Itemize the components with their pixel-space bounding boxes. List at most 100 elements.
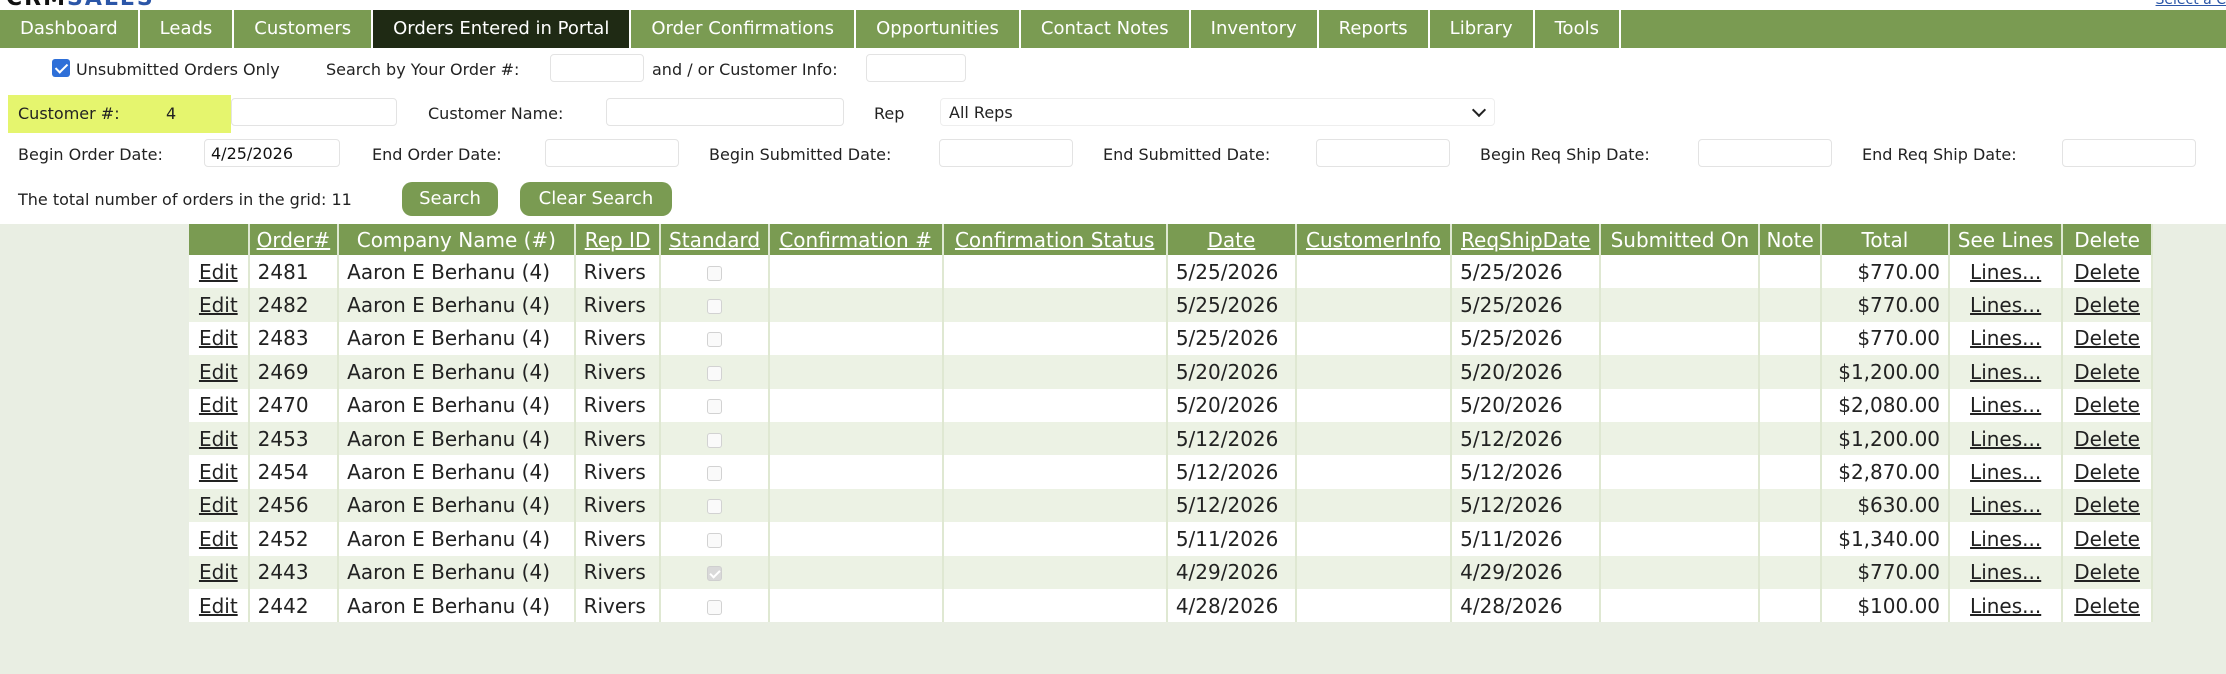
delete-link[interactable]: Delete <box>2062 355 2153 389</box>
column-header-label: Company Name (#) <box>356 227 556 252</box>
begin-req-ship-date-input[interactable] <box>1698 139 1832 167</box>
see-lines-link[interactable]: Lines... <box>1949 588 2064 623</box>
rep-id-cell: Rivers <box>574 255 662 289</box>
req-ship-date-cell: 4/29/2026 <box>1451 555 1602 589</box>
customer-info-cell <box>1295 421 1453 456</box>
nav-tab-contact-notes[interactable]: Contact Notes <box>1021 10 1191 48</box>
nav-tab-tools[interactable]: Tools <box>1535 10 1621 48</box>
customer-number-input-ext[interactable] <box>231 98 397 126</box>
delete-link[interactable]: Delete <box>2062 555 2153 589</box>
begin-order-date-input[interactable] <box>204 139 340 167</box>
note-cell <box>1759 355 1822 389</box>
customer-number-value[interactable]: 4 <box>166 104 176 123</box>
see-lines-link[interactable]: Lines... <box>1949 321 2064 356</box>
delete-link[interactable]: Delete <box>2062 288 2153 322</box>
see-lines-link[interactable]: Lines... <box>1949 255 2064 289</box>
delete-link[interactable]: Delete <box>2062 321 2153 356</box>
confirmation-number-cell <box>768 421 944 456</box>
column-header-confirmation-status[interactable]: Confirmation Status <box>942 224 1168 255</box>
rep-id-cell: Rivers <box>574 455 662 489</box>
app-logo[interactable]: CRMSALES <box>6 0 155 10</box>
edit-link[interactable]: Edit <box>189 288 250 322</box>
end-order-date-input[interactable] <box>545 139 679 167</box>
delete-link[interactable]: Delete <box>2062 455 2153 489</box>
see-lines-link[interactable]: Lines... <box>1949 288 2064 322</box>
top-strip: CRMSALES Select a C <box>0 0 2226 10</box>
nav-tab-inventory[interactable]: Inventory <box>1191 10 1319 48</box>
column-header-label: CustomerInfo <box>1306 227 1441 252</box>
req-ship-date-cell: 4/28/2026 <box>1451 588 1602 623</box>
delete-link[interactable]: Delete <box>2062 255 2153 289</box>
standard-checkbox <box>707 566 723 582</box>
edit-link[interactable]: Edit <box>189 555 250 589</box>
see-lines-link[interactable]: Lines... <box>1949 555 2064 589</box>
end-req-ship-date-input[interactable] <box>2062 139 2196 167</box>
delete-link[interactable]: Delete <box>2062 588 2153 623</box>
edit-link[interactable]: Edit <box>189 255 250 289</box>
edit-link[interactable]: Edit <box>189 321 250 356</box>
nav-tab-dashboard[interactable]: Dashboard <box>0 10 140 48</box>
total-cell: $1,200.00 <box>1820 355 1951 389</box>
rep-id-cell: Rivers <box>574 555 662 589</box>
standard-cell <box>660 522 770 556</box>
delete-link[interactable]: Delete <box>2062 421 2153 456</box>
see-lines-link[interactable]: Lines... <box>1949 421 2064 456</box>
clear-search-button[interactable]: Clear Search <box>520 182 672 216</box>
nav-tab-leads[interactable]: Leads <box>140 10 235 48</box>
table-row: Edit 2454 Aaron E Berhanu (4) Rivers 5/12/20… <box>189 455 2153 489</box>
delete-link[interactable]: Delete <box>2062 488 2153 523</box>
column-header-rep-id[interactable]: Rep ID <box>574 224 662 255</box>
date-cell: 4/28/2026 <box>1166 588 1297 623</box>
column-header-total: Total <box>1820 224 1951 255</box>
date-cell: 5/25/2026 <box>1166 288 1297 322</box>
company-name-cell: Aaron E Berhanu (4) <box>338 421 576 456</box>
nav-tab-opportunities[interactable]: Opportunities <box>856 10 1021 48</box>
nav-tab-reports[interactable]: Reports <box>1319 10 1430 48</box>
search-button[interactable]: Search <box>402 182 498 216</box>
see-lines-link[interactable]: Lines... <box>1949 488 2064 523</box>
column-header-customerinfo[interactable]: CustomerInfo <box>1295 224 1453 255</box>
req-ship-date-cell: 5/12/2026 <box>1451 488 1602 523</box>
standard-checkbox <box>707 299 723 315</box>
submitted-on-cell <box>1600 555 1761 589</box>
edit-link[interactable]: Edit <box>189 522 250 556</box>
delete-link[interactable]: Delete <box>2062 522 2153 556</box>
note-cell <box>1759 255 1822 289</box>
req-ship-date-cell: 5/20/2026 <box>1451 355 1602 389</box>
search-order-input[interactable] <box>550 54 644 82</box>
delete-link[interactable]: Delete <box>2062 388 2153 422</box>
edit-link[interactable]: Edit <box>189 388 250 422</box>
select-customer-link[interactable]: Select a C <box>2156 0 2226 8</box>
see-lines-link[interactable]: Lines... <box>1949 388 2064 422</box>
nav-tab-order-confirmations[interactable]: Order Confirmations <box>631 10 857 48</box>
edit-link[interactable]: Edit <box>189 355 250 389</box>
nav-tab-orders-entered-in-portal[interactable]: Orders Entered in Portal <box>373 10 632 48</box>
unsubmitted-only-checkbox[interactable] <box>52 59 70 77</box>
req-ship-date-cell: 5/25/2026 <box>1451 255 1602 289</box>
nav-tab-library[interactable]: Library <box>1430 10 1535 48</box>
column-header-reqshipdate[interactable]: ReqShipDate <box>1451 224 1602 255</box>
see-lines-link[interactable]: Lines... <box>1949 455 2064 489</box>
column-header-date[interactable]: Date <box>1166 224 1297 255</box>
end-submitted-date-input[interactable] <box>1316 139 1450 167</box>
customer-name-input[interactable] <box>606 98 844 126</box>
begin-submitted-date-input[interactable] <box>939 139 1073 167</box>
note-cell <box>1759 288 1822 322</box>
edit-link[interactable]: Edit <box>189 421 250 456</box>
column-header-label: Delete <box>2074 227 2140 252</box>
column-header-confirmation-[interactable]: Confirmation # <box>768 224 944 255</box>
column-header-order-[interactable]: Order# <box>248 224 340 255</box>
edit-link[interactable]: Edit <box>189 488 250 523</box>
total-orders-text: The total number of orders in the grid: … <box>18 190 352 209</box>
customer-info-input[interactable] <box>866 54 966 82</box>
see-lines-link[interactable]: Lines... <box>1949 355 2064 389</box>
column-header-standard[interactable]: Standard <box>660 224 770 255</box>
see-lines-link[interactable]: Lines... <box>1949 522 2064 556</box>
edit-link[interactable]: Edit <box>189 455 250 489</box>
rep-select[interactable]: All Reps <box>940 98 1495 126</box>
table-row: Edit 2443 Aaron E Berhanu (4) Rivers 4/29/20… <box>189 555 2153 589</box>
submitted-on-cell <box>1600 255 1761 289</box>
edit-link[interactable]: Edit <box>189 588 250 623</box>
date-cell: 5/20/2026 <box>1166 388 1297 422</box>
nav-tab-customers[interactable]: Customers <box>234 10 374 48</box>
